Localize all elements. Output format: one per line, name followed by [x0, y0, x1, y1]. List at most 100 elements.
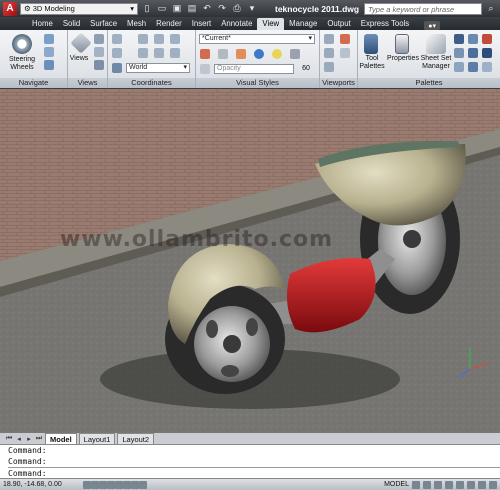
palette-icon-3[interactable] [482, 34, 492, 44]
snap-icon[interactable] [83, 480, 91, 489]
tab-layout1[interactable]: Layout1 [78, 433, 116, 444]
workspace-dropdown[interactable]: ⚙ 3D Modeling ▾ [20, 2, 138, 15]
open-icon[interactable]: ▭ [156, 3, 168, 15]
views-button-label[interactable]: Views [68, 55, 90, 63]
sheet-set-manager-label[interactable]: Sheet Set Manager [418, 55, 454, 71]
search-input[interactable]: Type a keyword or phrase [364, 2, 482, 15]
viewport-clip-icon[interactable] [340, 48, 350, 58]
ucs-face-icon[interactable] [112, 48, 122, 58]
tab-mesh[interactable]: Mesh [122, 18, 151, 30]
annotation-scale-icon[interactable] [456, 480, 464, 489]
view-cube-icon[interactable] [70, 32, 92, 54]
palette-icon-8[interactable] [468, 62, 478, 72]
light-icon[interactable] [272, 49, 282, 59]
tab-annotate[interactable]: Annotate [216, 18, 257, 30]
first-tab-icon[interactable]: ⏮ [5, 435, 13, 443]
tab-model[interactable]: Model [45, 433, 77, 444]
palette-icon-9[interactable] [482, 62, 492, 72]
properties-icon[interactable] [395, 34, 409, 54]
osnap-icon[interactable] [115, 480, 123, 489]
steering-wheel-icon[interactable] [12, 34, 32, 54]
color-icon[interactable] [254, 49, 264, 59]
palette-icon-6[interactable] [482, 48, 492, 58]
last-tab-icon[interactable]: ⏭ [35, 435, 43, 443]
tab-layout2[interactable]: Layout2 [117, 433, 155, 444]
tab-render[interactable]: Render [151, 18, 187, 30]
command-input[interactable]: Command: [8, 467, 500, 478]
edge-effects-icon[interactable] [218, 49, 228, 59]
plot-icon[interactable]: ⎙ [231, 3, 243, 15]
drawing-viewport[interactable]: www.ollambrito.com [0, 89, 500, 432]
tab-surface[interactable]: Surface [85, 18, 122, 30]
viewport-restore-icon[interactable] [324, 62, 334, 72]
viewports-panel-label: Viewports [320, 78, 357, 88]
tab-solid[interactable]: Solid [58, 18, 85, 30]
palette-icon-5[interactable] [468, 48, 478, 58]
tool-palettes-icon[interactable] [364, 34, 378, 54]
zoom-icon[interactable] [44, 47, 54, 57]
dyn-icon[interactable] [139, 480, 147, 489]
viewport-join-icon[interactable] [340, 34, 350, 44]
previous-tab-icon[interactable]: ◂ [15, 435, 23, 443]
viewport-config-icon[interactable] [324, 34, 334, 44]
minimize-ribbon-icon[interactable]: ●▾ [424, 21, 441, 30]
tool-palettes-label[interactable]: Tool Palettes [358, 55, 386, 71]
steering-wheels-label[interactable]: Steering Wheels [4, 56, 40, 72]
pan-status-icon[interactable] [434, 480, 442, 489]
palette-icon-2[interactable] [468, 34, 478, 44]
tab-insert[interactable]: Insert [187, 18, 217, 30]
palette-icon-4[interactable] [454, 48, 464, 58]
ucs-view-icon[interactable] [154, 48, 164, 58]
visual-style-dropdown[interactable]: *Current* ▾ [199, 34, 315, 44]
x-ray-icon[interactable] [200, 49, 210, 59]
ucs-object-icon[interactable] [138, 48, 148, 58]
ucs-world-dropdown[interactable]: World ▾ [126, 63, 190, 73]
face-style-icon[interactable] [236, 49, 246, 59]
ucs-icon[interactable] [112, 34, 122, 44]
save-as-icon[interactable]: ▤ [186, 3, 198, 15]
ortho-icon[interactable] [99, 480, 107, 489]
viewport-named-icon[interactable] [324, 48, 334, 58]
chevron-down-icon[interactable]: ▾ [246, 3, 258, 15]
shadow-icon[interactable] [290, 49, 300, 59]
ducs-icon[interactable] [131, 480, 139, 489]
redo-icon[interactable]: ↷ [216, 3, 228, 15]
ucs-x-icon[interactable] [154, 34, 164, 44]
ucs-world-icon[interactable] [112, 63, 122, 73]
otrack-icon[interactable] [123, 480, 131, 489]
orbit-icon[interactable] [44, 60, 54, 70]
tab-view[interactable]: View [257, 18, 285, 30]
binoculars-icon[interactable]: ⌕ [485, 3, 497, 15]
view-restore-icon[interactable] [94, 47, 104, 57]
quick-view-layouts-icon[interactable] [412, 480, 420, 489]
tab-express-tools[interactable]: Express Tools [356, 18, 414, 30]
properties-label[interactable]: Properties [386, 55, 420, 63]
sheet-set-manager-icon[interactable] [426, 34, 446, 54]
quick-view-drawings-icon[interactable] [423, 480, 431, 489]
coordinate-readout[interactable]: 18.90, -14.68, 0.00 [3, 481, 83, 488]
workspace-switching-icon[interactable] [467, 480, 475, 489]
ucs-z-icon[interactable] [170, 48, 180, 58]
new-icon[interactable]: ▯ [141, 3, 153, 15]
save-icon[interactable]: ▣ [171, 3, 183, 15]
palette-icon-7[interactable] [454, 62, 464, 72]
pan-icon[interactable] [44, 34, 54, 44]
lock-icon[interactable] [478, 480, 486, 489]
ucs-y-icon[interactable] [170, 34, 180, 44]
tab-manage[interactable]: Manage [284, 18, 322, 30]
grid-icon[interactable] [91, 480, 99, 489]
palette-icon-1[interactable] [454, 34, 464, 44]
application-menu-button[interactable]: A [3, 1, 17, 16]
view-save-icon[interactable] [94, 34, 104, 44]
clean-screen-icon[interactable] [489, 480, 497, 489]
zoom-status-icon[interactable] [445, 480, 453, 489]
tab-output[interactable]: Output [322, 18, 355, 30]
view-manager-icon[interactable] [94, 60, 104, 70]
polar-icon[interactable] [107, 480, 115, 489]
ucs-origin-icon[interactable] [138, 34, 148, 44]
tab-home[interactable]: Home [27, 18, 58, 30]
next-tab-icon[interactable]: ▸ [25, 435, 33, 443]
undo-icon[interactable]: ↶ [201, 3, 213, 15]
opacity-slider[interactable]: Opacity [214, 64, 294, 74]
space-toggle[interactable]: MODEL [384, 481, 409, 488]
